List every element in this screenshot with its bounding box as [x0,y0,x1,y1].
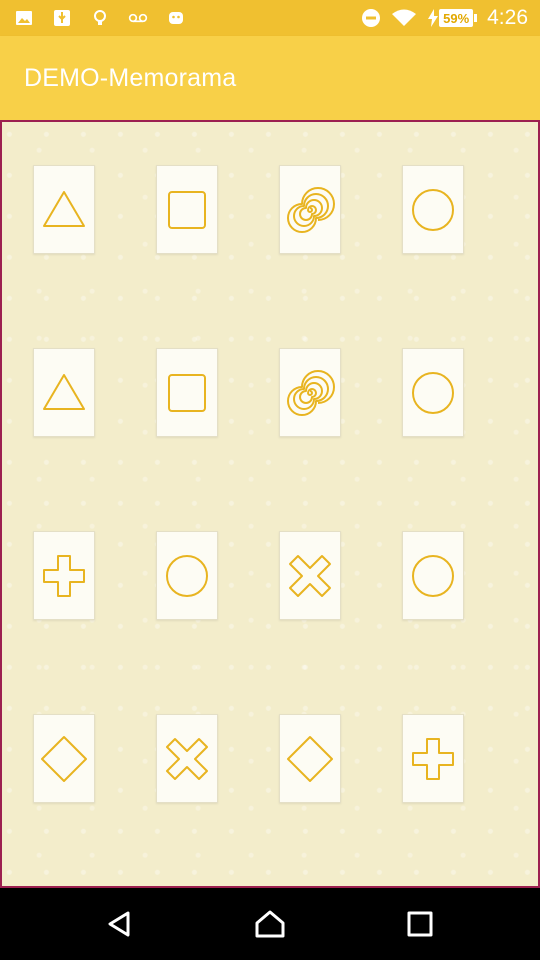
memory-card[interactable] [279,165,341,254]
spiral-icon [287,369,335,416]
cross-icon [289,554,331,597]
triangle-icon [43,373,85,410]
diamond-icon [41,735,87,782]
memory-card[interactable] [156,348,218,437]
memory-card[interactable] [156,531,218,620]
back-icon [108,911,130,937]
circle-icon [166,554,208,597]
memory-card[interactable] [33,531,95,620]
clock: 4:26 [487,6,528,29]
memory-card[interactable] [33,714,95,803]
memory-card[interactable] [402,714,464,803]
lightbulb-icon [90,8,110,28]
recents-icon [407,911,433,937]
wifi-icon [391,8,417,28]
plus-icon [43,554,85,597]
charging-icon [427,8,439,28]
memory-card[interactable] [402,531,464,620]
memory-card[interactable] [33,165,95,254]
memory-card[interactable] [33,348,95,437]
plus-icon [412,737,454,780]
home-button[interactable] [254,908,286,940]
diamond-icon [287,735,333,782]
memory-card[interactable] [402,165,464,254]
memory-card[interactable] [279,531,341,620]
spiral-icon [287,186,335,233]
battery-level: 59% [443,10,470,26]
circle-icon [412,188,454,231]
square-icon [168,373,206,412]
memory-card[interactable] [279,348,341,437]
cross-icon [166,737,208,780]
app-bar: DEMO-Memorama [0,36,540,120]
circle-icon [412,554,454,597]
app-title: DEMO-Memorama [24,64,237,92]
status-bar: 59% 4:26 [0,0,540,36]
back-button[interactable] [104,908,136,940]
triangle-icon [43,190,85,227]
memory-card[interactable] [402,348,464,437]
battery-indicator: 59% [427,8,478,28]
battery-icon: 59% [439,9,474,27]
home-icon [255,910,285,938]
do-not-disturb-icon [361,8,381,28]
memory-card[interactable] [279,714,341,803]
circle-icon [412,371,454,414]
navigation-bar [0,888,540,960]
notification-icons [14,6,186,30]
image-icon [14,8,34,28]
system-icons: 59% 4:26 [361,6,528,30]
memory-card[interactable] [156,165,218,254]
voicemail-icon [128,8,148,28]
recents-button[interactable] [404,908,436,940]
android-icon [166,8,186,28]
game-board [0,120,540,888]
square-icon [168,190,206,229]
usb-icon [52,8,72,28]
memory-card[interactable] [156,714,218,803]
